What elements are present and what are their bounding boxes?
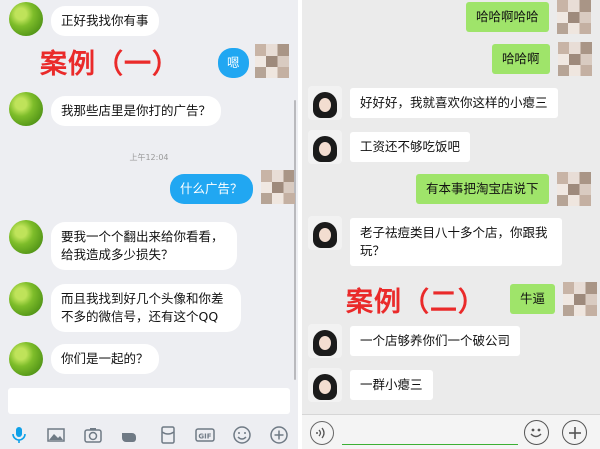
contact-avatar[interactable] (9, 92, 43, 126)
message-bubble: 一个店够养你们一个破公司 (350, 326, 521, 356)
input-bar (302, 414, 600, 449)
message-bubble: 有本事把淘宝店说下 (416, 174, 549, 204)
message-bubble: 哈哈啊 (492, 44, 550, 74)
contact-avatar[interactable] (308, 86, 342, 120)
contact-avatar[interactable] (308, 368, 342, 402)
contact-avatar[interactable] (9, 2, 43, 36)
gif-icon[interactable]: GIF (194, 425, 216, 445)
message-bubble: 我那些店里是你打的广告？ (51, 96, 222, 126)
message-row: 要我一个个翻出来给你看看，给我造成多少损失？ (9, 220, 237, 270)
case-label: 案例（一） (40, 49, 180, 80)
scrollbar[interactable] (294, 100, 296, 380)
message-row: 好好好，我就喜欢你这样的小瘪三 (308, 86, 558, 120)
self-avatar[interactable] (254, 44, 289, 78)
message-row: 老子祛痘类目八十多个店，你跟我玩？ (308, 216, 562, 266)
message-row: 正好我找你有事 (9, 2, 159, 36)
image-icon[interactable] (45, 425, 67, 445)
self-avatar[interactable] (557, 42, 592, 76)
message-bubble: 要我一个个翻出来给你看看，给我造成多少损失？ (51, 222, 237, 270)
self-avatar[interactable] (556, 0, 591, 34)
plus-icon[interactable] (562, 420, 587, 445)
message-row: 牛逼 (510, 282, 598, 316)
message-bubble: 正好我找你有事 (51, 6, 159, 36)
wechat-chat-panel: 哈哈啊哈哈 哈哈啊 好好好，我就喜欢你这样的小瘪三 工资还不够吃饭吧 有本事把淘… (302, 0, 600, 449)
message-row: 嗯 (218, 44, 289, 78)
self-avatar[interactable] (563, 282, 598, 316)
message-bubble: 什么广告？ (170, 174, 253, 204)
message-row: 什么广告？ (170, 170, 295, 204)
message-row: 我那些店里是你打的广告？ (9, 92, 222, 126)
message-row: 一个店够养你们一个破公司 (308, 324, 521, 358)
message-bubble: 你们是一起的？ (51, 344, 159, 374)
hand-icon[interactable] (119, 425, 141, 445)
contact-avatar[interactable] (9, 342, 43, 376)
message-row: 工资还不够吃饭吧 (308, 130, 471, 164)
message-row: 一群小瘪三 (308, 368, 433, 402)
self-avatar[interactable] (556, 172, 591, 206)
input-toolbar: GIF (0, 420, 298, 449)
message-row: 而且我找到好几个头像和你差不多的微信号，还有这个QQ (9, 282, 241, 332)
red-packet-icon[interactable] (157, 425, 179, 445)
contact-avatar[interactable] (308, 216, 342, 250)
contact-avatar[interactable] (9, 282, 43, 316)
message-row: 你们是一起的？ (9, 342, 159, 376)
emoji-icon[interactable] (231, 425, 253, 445)
message-row: 哈哈啊 (492, 42, 592, 76)
contact-avatar[interactable] (308, 130, 342, 164)
plus-icon[interactable] (268, 425, 290, 445)
message-bubble: 哈哈啊哈哈 (466, 2, 549, 32)
message-bubble: 一群小瘪三 (350, 370, 433, 400)
message-row: 哈哈啊哈哈 (466, 0, 591, 34)
voice-icon[interactable] (310, 421, 334, 445)
contact-avatar[interactable] (9, 220, 43, 254)
case-label: 案例（二） (346, 287, 486, 318)
message-bubble: 牛逼 (510, 284, 556, 314)
microphone-icon[interactable] (8, 425, 30, 445)
self-avatar[interactable] (260, 170, 295, 204)
message-input[interactable] (8, 388, 290, 414)
camera-icon[interactable] (82, 425, 104, 445)
message-bubble: 老子祛痘类目八十多个店，你跟我玩？ (350, 218, 562, 266)
message-row: 有本事把淘宝店说下 (416, 172, 591, 206)
emoji-icon[interactable] (524, 420, 549, 445)
message-bubble: 工资还不够吃饭吧 (350, 132, 471, 162)
message-bubble: 而且我找到好几个头像和你差不多的微信号，还有这个QQ (51, 284, 241, 332)
contact-avatar[interactable] (308, 324, 342, 358)
message-bubble: 好好好，我就喜欢你这样的小瘪三 (350, 88, 558, 118)
svg-text:GIF: GIF (198, 432, 211, 440)
message-bubble: 嗯 (218, 48, 249, 78)
timestamp: 上午12:04 (129, 153, 169, 162)
qq-chat-panel: 正好我找你有事 案例（一） 嗯 我那些店里是你打的广告？ 上午12:04 什么广… (0, 0, 298, 449)
message-input[interactable] (342, 421, 518, 445)
